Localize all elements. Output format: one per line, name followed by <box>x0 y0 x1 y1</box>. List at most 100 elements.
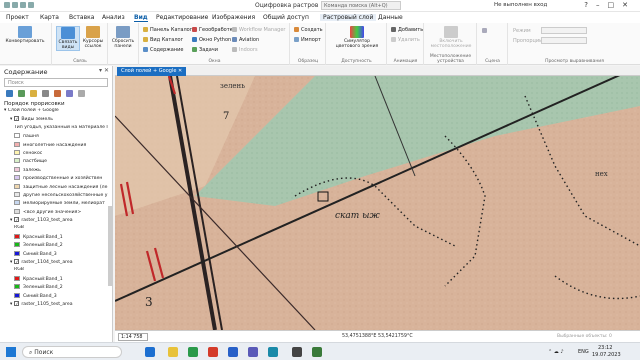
legend-item[interactable]: <все другие значения> <box>0 208 112 217</box>
legend-item[interactable]: другие несельскохозяйственные у <box>0 191 112 200</box>
scale-selector[interactable]: 1:14 758 <box>118 333 148 341</box>
legend-item[interactable]: Красный:Band_1 <box>0 275 112 284</box>
expand-icon[interactable]: ▾ <box>10 117 12 122</box>
legend-item[interactable]: Зеленый:Band_2 <box>0 284 112 292</box>
media-icon[interactable] <box>292 347 302 357</box>
contents-button[interactable]: Содержание <box>143 47 183 53</box>
editing-icon[interactable] <box>42 90 49 97</box>
tab-share[interactable]: Общий доступ <box>263 14 309 21</box>
command-search-input[interactable]: Команда поиска (Alt+Q) <box>321 1 401 10</box>
catalog-view-button[interactable]: Вид Каталог <box>143 37 183 43</box>
legend-item[interactable]: пашня <box>0 133 112 141</box>
tab-edit[interactable]: Редактирование <box>156 14 208 21</box>
color-simulator-button[interactable]: Симулятор цветового зрения <box>333 26 381 49</box>
legend-item[interactable]: Синий:Band_3 <box>0 250 112 259</box>
edge-icon[interactable] <box>228 347 238 357</box>
office-icon[interactable] <box>208 347 218 357</box>
reset-panes-button[interactable]: Сбросить панели <box>111 26 135 49</box>
ratio-select[interactable] <box>541 37 587 44</box>
expand-icon[interactable]: ▾ <box>10 302 12 307</box>
file-explorer-icon[interactable] <box>168 347 178 357</box>
indoors-label: Indoors <box>239 47 258 53</box>
legend-item[interactable]: многолетние насаждения <box>0 141 112 150</box>
catalog-pane-button[interactable]: Панель Каталог <box>143 27 192 33</box>
teams-icon[interactable] <box>248 347 258 357</box>
tasks-button[interactable]: Задачи <box>192 47 218 53</box>
windows-start-icon[interactable] <box>6 347 16 357</box>
legend-item[interactable]: Зеленый:Band_2 <box>0 242 112 250</box>
workflow-manager-button[interactable]: Workflow Manager <box>232 27 285 33</box>
enable-location-button[interactable]: Включить местоположение <box>429 26 473 49</box>
scene-icon[interactable] <box>482 28 489 34</box>
data-source-icon[interactable] <box>18 90 25 97</box>
undo-icon[interactable] <box>12 2 18 8</box>
charts-icon[interactable] <box>78 90 85 97</box>
snapping-icon[interactable] <box>54 90 61 97</box>
expand-icon[interactable]: ▾ <box>10 218 12 223</box>
expand-icon[interactable]: ▾ <box>10 260 12 265</box>
legend-item[interactable]: мелиорируемые земли, мелиорат <box>0 200 112 208</box>
contents-scrollbar[interactable] <box>108 206 112 286</box>
link-cursors-button[interactable]: Курсоры ссылок <box>81 26 105 49</box>
tab-raster-layer[interactable]: Растровый слой <box>320 14 377 21</box>
geoprocessing-button[interactable]: Геообработка <box>192 27 236 33</box>
contents-search-input[interactable]: Поиск <box>4 78 108 87</box>
tray-icons[interactable]: ⌃ ☁ ♪ <box>548 349 564 355</box>
language-indicator[interactable]: ENG <box>578 349 589 355</box>
legend-item[interactable]: Синий:Band_3 <box>0 292 112 301</box>
indoors-button[interactable]: Indoors <box>232 47 258 53</box>
link-views-button[interactable]: Связать виды <box>56 26 80 51</box>
scanned-map-raster[interactable]: скат ыж 7 3 зелень нех <box>115 76 640 330</box>
aviation-label: Aviation <box>239 37 260 43</box>
tab-map[interactable]: Карта <box>40 14 59 21</box>
layer-item[interactable]: ▾ ✓ raster_1103_test_area <box>0 217 112 225</box>
legend-item[interactable]: залежь <box>0 166 112 175</box>
visibility-checkbox[interactable]: ✓ <box>14 259 20 265</box>
add-animation-button[interactable]: Добавить <box>391 27 423 33</box>
legend-item[interactable]: пастбище <box>0 158 112 166</box>
tab-view[interactable]: Вид <box>134 14 148 22</box>
layer-item[interactable]: ▾ Слой полей + Google <box>0 108 112 116</box>
pane-close-icon[interactable]: ▾ ✕ <box>99 67 109 74</box>
redo-icon[interactable] <box>20 2 26 8</box>
open-icon[interactable] <box>28 2 34 8</box>
clock-time[interactable]: 23:12 <box>598 345 612 351</box>
legend-item[interactable]: производственные и хозяйствен <box>0 175 112 183</box>
convert-button[interactable]: Конвертировать <box>2 26 48 44</box>
layer-item[interactable]: ▾ ✓ raster_1105_test_area <box>0 300 112 309</box>
legend-item[interactable]: защитные лесные насаждения (ле <box>0 183 112 192</box>
tab-data[interactable]: Данные <box>378 14 403 21</box>
tab-imagery[interactable]: Изображения <box>212 14 255 21</box>
visibility-checkbox[interactable]: ✓ <box>14 217 20 223</box>
save-icon[interactable] <box>4 2 10 8</box>
import-button[interactable]: Импорт <box>294 37 321 43</box>
visibility-checkbox[interactable]: ✓ <box>14 300 20 306</box>
taskbar-app-icon[interactable] <box>145 347 155 357</box>
legend-item[interactable]: Красный:Band_1 <box>0 233 112 242</box>
chrome-icon[interactable] <box>188 347 198 357</box>
taskbar-search[interactable]: ⌕ Поиск <box>22 346 122 358</box>
aviation-button[interactable]: Aviation <box>232 37 259 43</box>
selection-icon[interactable] <box>30 90 37 97</box>
map-view[interactable]: скат ыж 7 3 зелень нех <box>115 76 640 330</box>
quick-access-toolbar[interactable] <box>4 2 50 10</box>
tab-analysis[interactable]: Анализ <box>102 14 125 21</box>
clock-date[interactable]: 19.07.2023 <box>592 352 621 358</box>
whatsapp-icon[interactable] <box>312 347 322 357</box>
sign-in-status[interactable]: Не выполнен вход <box>494 2 547 8</box>
mode-select[interactable] <box>541 27 587 34</box>
window-controls[interactable]: ?–□✕ <box>584 1 636 9</box>
visibility-checkbox[interactable]: ✓ <box>14 116 20 122</box>
tab-insert[interactable]: Вставка <box>69 14 94 21</box>
map-tab[interactable]: Слой полей + Google ✕ <box>117 67 187 76</box>
labeling-icon[interactable] <box>66 90 73 97</box>
layer-item[interactable]: ▾ ✓ raster_1104_test_area <box>0 259 112 267</box>
layer-item[interactable]: ▾ ✓ Виды земель <box>0 116 112 124</box>
arcgis-pro-icon[interactable] <box>268 347 278 357</box>
delete-animation-button[interactable]: Удалить <box>391 37 420 43</box>
legend-item[interactable]: сенокос <box>0 149 112 158</box>
python-window-button[interactable]: Окно Python <box>192 37 231 43</box>
create-button[interactable]: Создать <box>294 27 323 33</box>
tab-project[interactable]: Проект <box>6 14 29 21</box>
drawing-order-icon[interactable] <box>6 90 13 97</box>
